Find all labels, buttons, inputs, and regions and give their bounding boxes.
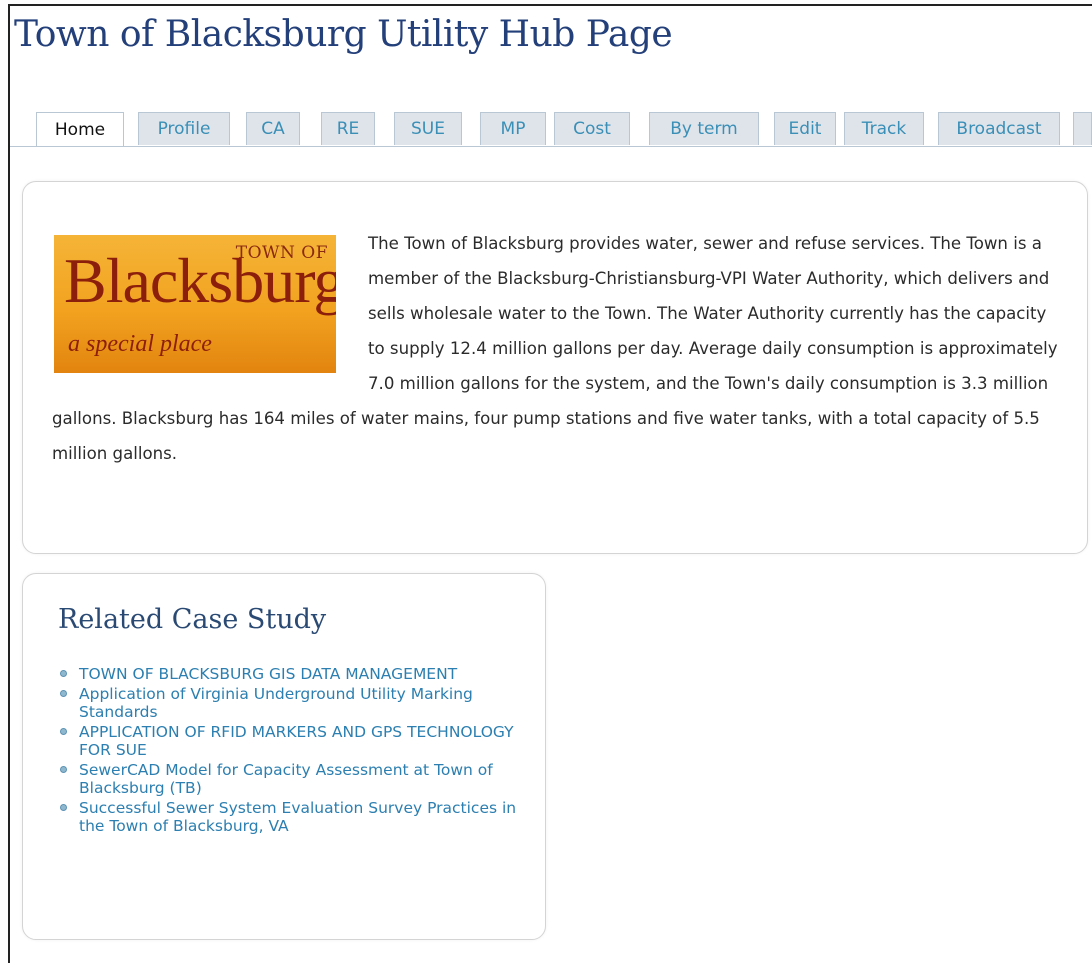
tab-cost[interactable]: Cost (554, 112, 630, 145)
tab-edit[interactable]: Edit (774, 112, 836, 145)
bullet-icon (60, 690, 67, 697)
related-case-study-panel: Related Case Study TOWN OF BLACKSBURG GI… (22, 573, 546, 940)
tab-broadcast[interactable]: Broadcast (938, 112, 1060, 145)
tab-profile[interactable]: Profile (138, 112, 230, 145)
tab-sue[interactable]: SUE (394, 112, 462, 145)
case-study-link-sewercad[interactable]: SewerCAD Model for Capacity Assessment a… (59, 761, 529, 797)
related-case-study-title: Related Case Study (58, 604, 327, 635)
bullet-icon (60, 766, 67, 773)
case-study-link-text[interactable]: Application of Virginia Underground Util… (79, 685, 473, 721)
tab-ca[interactable]: CA (246, 112, 300, 145)
intro-paragraph: The Town of Blacksburg provides water, s… (52, 226, 1062, 471)
bullet-icon (60, 804, 67, 811)
case-study-link-gis[interactable]: TOWN OF BLACKSBURG GIS DATA MANAGEMENT (59, 665, 529, 683)
case-study-link-text[interactable]: Successful Sewer System Evaluation Surve… (79, 799, 516, 835)
case-study-link-rfid[interactable]: APPLICATION OF RFID MARKERS AND GPS TECH… (59, 723, 529, 759)
bullet-icon (60, 728, 67, 735)
tab-overflow[interactable] (1073, 112, 1092, 145)
tab-bar: Home Profile CA RE SUE MP Cost By term E… (10, 112, 1092, 147)
case-study-link-sewer-survey[interactable]: Successful Sewer System Evaluation Surve… (59, 799, 529, 835)
bullet-icon (60, 670, 67, 677)
case-study-link-text[interactable]: TOWN OF BLACKSBURG GIS DATA MANAGEMENT (79, 665, 457, 683)
tab-by-term[interactable]: By term (649, 112, 759, 145)
tab-home[interactable]: Home (36, 112, 124, 146)
case-study-link-marking-standards[interactable]: Application of Virginia Underground Util… (59, 685, 529, 721)
tab-mp[interactable]: MP (480, 112, 546, 145)
case-study-link-text[interactable]: SewerCAD Model for Capacity Assessment a… (79, 761, 493, 797)
page-title: Town of Blacksburg Utility Hub Page (14, 14, 673, 55)
case-study-list: TOWN OF BLACKSBURG GIS DATA MANAGEMENT A… (59, 665, 529, 835)
case-study-link-text[interactable]: APPLICATION OF RFID MARKERS AND GPS TECH… (79, 723, 514, 759)
intro-panel: TOWN OF Blacksburg a special place The T… (22, 181, 1088, 554)
logo-spacer (52, 226, 368, 400)
tab-re[interactable]: RE (321, 112, 375, 145)
tab-track[interactable]: Track (844, 112, 924, 145)
